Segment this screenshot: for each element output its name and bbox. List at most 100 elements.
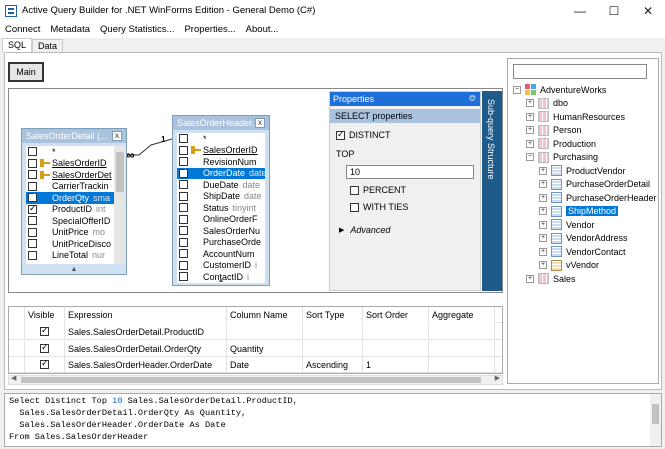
table-field-row[interactable]: DueDate date <box>177 179 265 191</box>
grid-cell-expression[interactable]: Sales.SalesOrderDetail.OrderQty <box>65 340 227 357</box>
checkbox-box[interactable] <box>336 129 345 140</box>
grid-cell-sort-order[interactable] <box>363 340 429 357</box>
grid-header-sort-type[interactable]: Sort Type <box>303 307 363 323</box>
grid-cell-aggregate[interactable] <box>429 324 495 340</box>
tree-node[interactable]: + dbo <box>526 97 568 110</box>
field-checkbox[interactable] <box>179 167 188 178</box>
percent-checkbox[interactable]: PERCENT <box>350 185 406 195</box>
grid-header-aggregate[interactable]: Aggregate <box>429 307 495 323</box>
grid-horizontal-scrollbar[interactable]: ◀ ▶ <box>8 375 503 385</box>
grid-header-sort-order[interactable]: Sort Order <box>363 307 429 323</box>
field-checkbox[interactable] <box>179 249 188 259</box>
field-checkbox[interactable] <box>179 134 188 144</box>
collapse-icon[interactable]: − <box>513 85 521 94</box>
table-field-row[interactable]: OnlineOrderF <box>177 214 265 226</box>
expand-icon[interactable]: + <box>539 261 547 269</box>
table-field-list[interactable]: *SalesOrderIDRevisionNumOrderDatedateDue… <box>177 133 265 283</box>
table-field-row[interactable]: ShipDate date <box>177 191 265 203</box>
field-checkbox[interactable] <box>28 147 37 157</box>
field-checkbox[interactable] <box>179 157 188 167</box>
tree-node[interactable]: + VendorAddress <box>539 232 628 245</box>
grid-cell-aggregate[interactable] <box>429 357 495 373</box>
expand-icon[interactable]: + <box>526 274 534 283</box>
grid-cell-aggregate[interactable] <box>429 340 495 357</box>
field-checkbox[interactable] <box>28 216 37 226</box>
visible-checkbox[interactable] <box>40 342 49 353</box>
scroll-left-icon[interactable]: ◀ <box>11 374 16 382</box>
grid-cell-sort-type[interactable]: Ascending <box>303 357 363 373</box>
scroll-thumb[interactable] <box>21 377 481 383</box>
field-checkbox[interactable] <box>28 239 37 249</box>
expand-icon[interactable]: + <box>526 126 534 134</box>
row-selector[interactable] <box>9 357 25 373</box>
table-title[interactable]: SalesOrderDetail (... <box>22 129 126 143</box>
expand-icon[interactable]: + <box>539 207 547 215</box>
grid-cell-visible[interactable] <box>25 357 65 373</box>
maximize-button[interactable]: ☐ <box>597 0 631 22</box>
table-field-row[interactable]: OrderDatedate <box>177 167 265 179</box>
row-selector[interactable] <box>9 324 25 340</box>
field-checkbox[interactable] <box>28 250 37 260</box>
tree-node[interactable]: + PurchaseOrderHeader <box>539 191 657 204</box>
grid-row[interactable]: Sales.SalesOrderHeader.OrderDateDateAsce… <box>9 357 502 373</box>
field-checkbox[interactable] <box>28 181 37 191</box>
sql-text-editor[interactable]: Select Distinct Top 10 Sales.SalesOrderD… <box>4 393 662 447</box>
checkbox-box[interactable] <box>350 185 359 195</box>
tree-node[interactable]: − AdventureWorks <box>513 83 606 96</box>
grid-cell-sort-type[interactable] <box>303 340 363 357</box>
distinct-checkbox[interactable]: DISTINCT <box>336 129 391 140</box>
table-scrollbar[interactable] <box>114 146 126 264</box>
table-salesorderheader[interactable]: SalesOrderHeader... x * SalesOrderID Revis… <box>172 115 270 286</box>
tree-node[interactable]: + ShipMethod <box>539 205 619 218</box>
tree-search-input[interactable] <box>513 64 647 79</box>
tree-search-clear-icon[interactable] <box>648 64 656 79</box>
grid-header-expression[interactable]: Expression <box>65 307 227 323</box>
table-resize-handle[interactable]: ▲ <box>22 266 126 274</box>
menu-about[interactable]: About... <box>241 22 284 38</box>
tree-node[interactable]: + HumanResources <box>526 110 625 123</box>
table-field-row[interactable]: SalesOrderID <box>26 158 114 170</box>
table-field-row[interactable]: OrderQtysma <box>26 191 114 204</box>
tab-data[interactable]: Data <box>32 39 64 52</box>
table-field-row[interactable]: Status tinyint <box>177 202 265 214</box>
grid-cell-visible[interactable] <box>25 340 65 357</box>
grid-cell-sort-order[interactable] <box>363 324 429 340</box>
visible-checkbox[interactable] <box>40 358 49 369</box>
tree-node[interactable]: + Production <box>526 137 596 150</box>
menu-connect[interactable]: Connect <box>0 22 45 38</box>
menu-properties[interactable]: Properties... <box>179 22 240 38</box>
tab-sql[interactable]: SQL <box>2 38 33 52</box>
field-checkbox[interactable] <box>179 237 188 247</box>
expand-icon[interactable]: + <box>539 220 547 229</box>
menu-query-statistics[interactable]: Query Statistics... <box>95 22 179 38</box>
grid-row[interactable]: Sales.SalesOrderDetail.ProductID <box>9 324 502 340</box>
table-field-row[interactable]: LineTotal nur <box>26 250 114 262</box>
tree-node[interactable]: + vVendor <box>539 259 599 272</box>
expand-icon[interactable]: + <box>539 180 547 188</box>
table-field-row[interactable]: * <box>177 133 265 145</box>
table-field-row[interactable]: ProductIDint <box>26 203 114 216</box>
advanced-section[interactable]: ▶ Advanced <box>339 225 390 235</box>
table-field-row[interactable]: SalesOrderDet <box>26 169 114 181</box>
table-field-row[interactable]: PurchaseOrde <box>177 237 265 249</box>
visible-checkbox[interactable] <box>40 325 49 336</box>
tree-node[interactable]: + Sales <box>526 272 576 285</box>
table-resize-handle[interactable]: ▲ <box>173 277 269 285</box>
table-field-row[interactable]: AccountNum <box>177 248 265 260</box>
table-field-row[interactable]: SpecialOfferID <box>26 215 114 227</box>
close-button[interactable]: ✕ <box>631 0 665 22</box>
grid-cell-visible[interactable] <box>25 324 65 340</box>
table-field-row[interactable]: SalesOrderID <box>177 145 265 157</box>
field-checkbox[interactable] <box>179 203 188 213</box>
expand-icon[interactable]: + <box>526 139 534 148</box>
field-checkbox[interactable] <box>28 227 37 237</box>
field-checkbox[interactable] <box>179 260 188 270</box>
tree-node[interactable]: + Vendor <box>539 218 595 231</box>
grid-header-visible[interactable]: Visible <box>25 307 65 323</box>
checkbox-box[interactable] <box>350 202 359 212</box>
grid-cell-expression[interactable]: Sales.SalesOrderDetail.ProductID <box>65 324 227 340</box>
withties-checkbox[interactable]: WITH TIES <box>350 202 408 212</box>
field-checkbox[interactable] <box>179 191 188 201</box>
tree-node[interactable]: + PurchaseOrderDetail <box>539 178 650 191</box>
grid-cell-sort-type[interactable] <box>303 324 363 340</box>
